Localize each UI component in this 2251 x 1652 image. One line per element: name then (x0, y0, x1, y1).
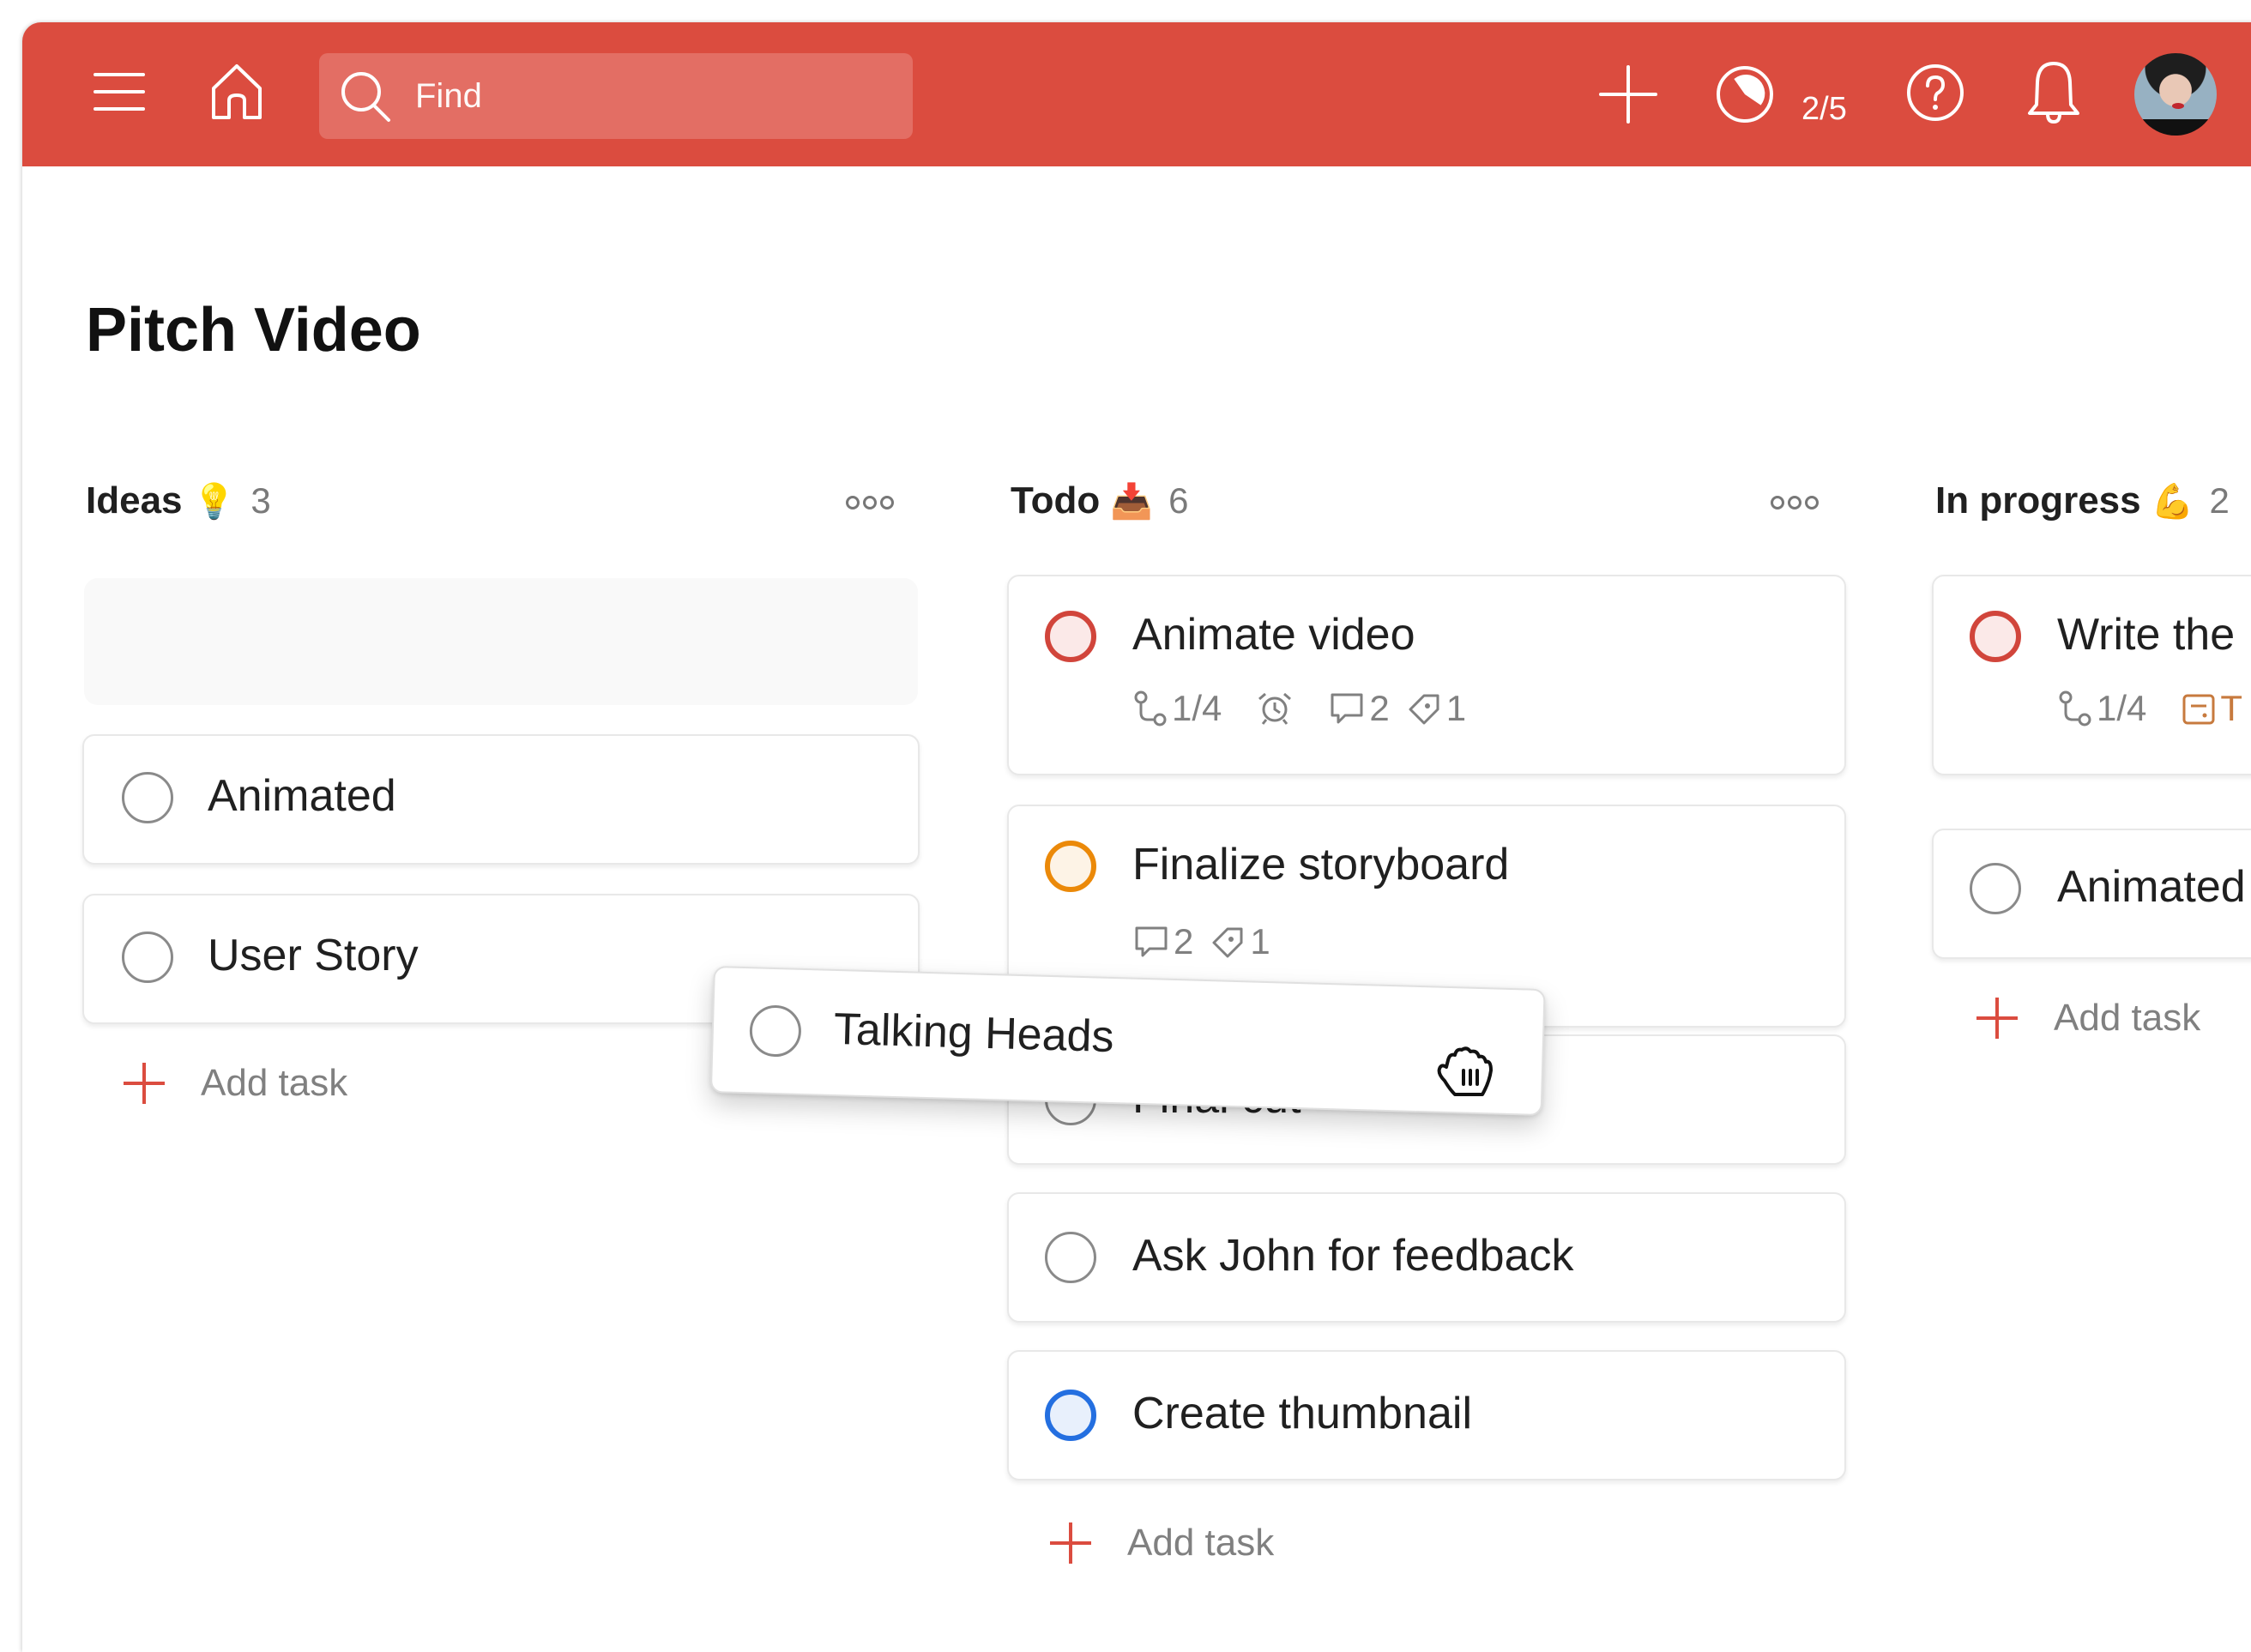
column-task-count: 3 (250, 480, 271, 521)
search-input[interactable] (413, 75, 897, 117)
plus-icon (1050, 1522, 1091, 1564)
task-checkbox[interactable] (1045, 1232, 1096, 1283)
comment-count: 2 (1369, 688, 1390, 728)
task-card[interactable]: Write the 1/4 T (1932, 575, 2251, 775)
column-more-options-icon[interactable] (846, 496, 894, 509)
task-name: Write the (2057, 610, 2236, 660)
dragging-task-card[interactable]: Talking Heads (709, 966, 1546, 1117)
drop-placeholder (84, 578, 918, 705)
karma-progress-label[interactable]: 2/5 (1801, 91, 1847, 128)
task-checkbox-priority-3[interactable] (1045, 1390, 1096, 1441)
task-card[interactable]: Ask John for feedback (1007, 1192, 1846, 1323)
task-meta: 1/4 2 1 (1132, 688, 1500, 729)
user-avatar[interactable] (2134, 53, 2217, 136)
comment-icon (1328, 690, 1366, 727)
task-checkbox-priority-2[interactable] (1045, 841, 1096, 892)
add-task-button[interactable]: Add task (1050, 1522, 1274, 1565)
task-name: Talking Heads (833, 1004, 1115, 1063)
quick-add-plus-icon[interactable] (1596, 62, 1661, 127)
calendar-due-date-icon (2181, 690, 2217, 727)
subtask-count: 1/4 (2097, 688, 2147, 728)
task-checkbox[interactable] (1970, 863, 2021, 914)
column-task-count: 6 (1168, 480, 1189, 521)
top-bar: 2/5 (22, 22, 2251, 166)
task-name: Animate video (1132, 610, 1415, 660)
comment-icon (1132, 923, 1170, 961)
column-title: Ideas (86, 479, 183, 522)
task-meta: 1/4 T (2057, 688, 2242, 729)
task-card[interactable]: Animated (1932, 829, 2251, 959)
comment-count: 2 (1174, 921, 1194, 962)
inbox-tray-icon: 📥 (1110, 482, 1154, 521)
task-card[interactable]: Animate video 1/4 2 1 (1007, 575, 1846, 775)
task-checkbox-priority-1[interactable] (1970, 611, 2021, 662)
task-name: Animated (2057, 862, 2246, 912)
label-count: 1 (1250, 921, 1270, 962)
column-title: In progress (1935, 479, 2141, 522)
add-task-button[interactable]: Add task (1976, 997, 2200, 1040)
task-name: Create thumbnail (1132, 1389, 1472, 1438)
alarm-clock-icon (1256, 690, 1294, 727)
app-window: 2/5 Pitch Video Ideas 💡 3 Animated User … (22, 22, 2251, 1652)
flexed-biceps-icon: 💪 (2151, 482, 2194, 521)
productivity-pie-icon[interactable] (1712, 62, 1777, 127)
label-tag-icon (1407, 690, 1443, 727)
bell-icon[interactable] (2021, 58, 2086, 127)
home-icon[interactable] (206, 60, 268, 124)
add-task-label: Add task (1127, 1522, 1275, 1564)
task-meta: 2 1 (1132, 921, 1305, 962)
add-task-label: Add task (2054, 997, 2201, 1039)
due-date: T (2220, 688, 2243, 728)
task-checkbox[interactable] (122, 932, 173, 983)
task-card[interactable]: Create thumbnail (1007, 1350, 1846, 1480)
column-task-count: 2 (2209, 480, 2230, 521)
column-header-in-progress: In progress 💪 2 (1935, 475, 2230, 527)
lightbulb-icon: 💡 (192, 482, 236, 521)
column-title: Todo (1011, 479, 1101, 522)
task-checkbox[interactable] (749, 1004, 802, 1058)
task-name: Ask John for feedback (1132, 1231, 1574, 1281)
subtask-count: 1/4 (1172, 688, 1222, 728)
add-task-label: Add task (201, 1062, 348, 1104)
add-task-button[interactable]: Add task (124, 1062, 347, 1105)
task-checkbox-priority-1[interactable] (1045, 611, 1096, 662)
column-header-ideas: Ideas 💡 3 (86, 475, 271, 527)
label-count: 1 (1445, 688, 1467, 728)
search-icon (338, 69, 393, 124)
plus-icon (124, 1063, 165, 1104)
column-more-options-icon[interactable] (1771, 496, 1819, 509)
task-name: Finalize storyboard (1132, 840, 1510, 889)
page-title: Pitch Video (86, 296, 421, 365)
column-header-todo: Todo 📥 6 (1011, 475, 1188, 527)
hamburger-menu-icon[interactable] (89, 62, 149, 122)
plus-icon (1976, 998, 2018, 1039)
subtask-icon (2057, 690, 2093, 727)
grab-hand-cursor-icon (1434, 1045, 1496, 1101)
task-name: Animated (208, 771, 396, 821)
label-tag-icon (1210, 924, 1246, 960)
search-bar[interactable] (319, 53, 913, 139)
task-name: User Story (208, 931, 419, 980)
subtask-icon (1132, 690, 1168, 727)
help-circle-icon[interactable] (1903, 60, 1968, 125)
task-card[interactable]: Animated (82, 734, 920, 865)
task-checkbox[interactable] (122, 772, 173, 823)
